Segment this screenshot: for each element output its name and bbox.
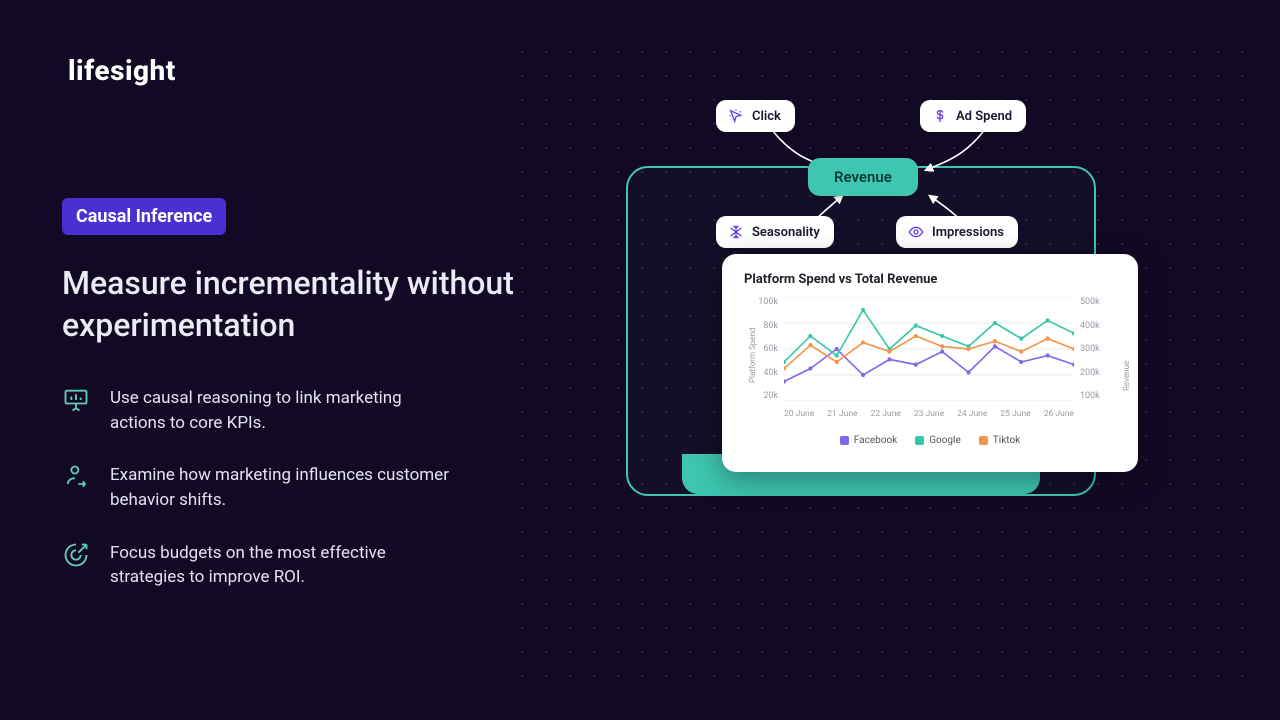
tick: 20k xyxy=(754,391,778,401)
chart-legend: Facebook Google Tiktok xyxy=(722,417,1138,446)
user-flow-icon xyxy=(62,463,90,491)
bullet-text: Examine how marketing influences custome… xyxy=(110,463,450,512)
legend-swatch xyxy=(840,436,849,445)
x-tick: 20 June xyxy=(784,409,814,419)
bullet-text: Use causal reasoning to link marketing a… xyxy=(110,386,450,435)
eye-icon xyxy=(908,224,924,240)
legend-label: Google xyxy=(929,435,961,446)
chart-title: Platform Spend vs Total Revenue xyxy=(722,254,1138,291)
tick: 40k xyxy=(754,368,778,378)
chart-area: 100k 80k 60k 40k 20k 500k 400k 300k 200k… xyxy=(744,297,1118,417)
x-tick: 25 June xyxy=(1000,409,1030,419)
bullet-item: Focus budgets on the most effective stra… xyxy=(62,541,522,590)
x-tick: 21 June xyxy=(827,409,857,419)
chart-card: Platform Spend vs Total Revenue 100k 80k… xyxy=(722,254,1138,472)
chip-label: Revenue xyxy=(834,168,892,186)
x-tick: 23 June xyxy=(914,409,944,419)
left-column: Causal Inference Measure incrementality … xyxy=(62,198,522,590)
legend-label: Facebook xyxy=(854,435,897,446)
bullet-item: Examine how marketing influences custome… xyxy=(62,463,522,512)
presentation-icon xyxy=(62,386,90,414)
brand-logo: lifesight xyxy=(68,54,176,87)
tick: 200k xyxy=(1080,368,1108,378)
legend-swatch xyxy=(915,436,924,445)
chip-label: Impressions xyxy=(932,225,1004,240)
bullet-text: Focus budgets on the most effective stra… xyxy=(110,541,450,590)
tick: 500k xyxy=(1080,297,1108,307)
tick: 100k xyxy=(1080,391,1108,401)
tick: 100k xyxy=(754,297,778,307)
legend-item: Tiktok xyxy=(979,435,1020,446)
tick: 300k xyxy=(1080,344,1108,354)
legend-swatch xyxy=(979,436,988,445)
node-adspend: Ad Spend xyxy=(920,100,1026,132)
tick: 80k xyxy=(754,321,778,331)
tick: 400k xyxy=(1080,321,1108,331)
chip-label: Click xyxy=(752,109,781,124)
y-axis-right-label: Revenue xyxy=(1122,361,1131,391)
bullet-list: Use causal reasoning to link marketing a… xyxy=(62,386,522,590)
node-seasonality: Seasonality xyxy=(716,216,834,248)
tick: 60k xyxy=(754,344,778,354)
legend-item: Google xyxy=(915,435,961,446)
y-axis-right-ticks: 500k 400k 300k 200k 100k xyxy=(1080,297,1108,401)
cursor-icon xyxy=(728,108,744,124)
chip-label: Ad Spend xyxy=(956,109,1012,124)
x-axis-labels: 20 June 21 June 22 June 23 June 24 June … xyxy=(784,409,1074,419)
x-tick: 26 June xyxy=(1044,409,1074,419)
y-axis-left-ticks: 100k 80k 60k 40k 20k xyxy=(754,297,778,401)
node-revenue: Revenue xyxy=(808,158,918,196)
snowflake-icon xyxy=(728,224,744,240)
target-arrow-icon xyxy=(62,541,90,569)
legend-label: Tiktok xyxy=(993,435,1020,446)
x-tick: 24 June xyxy=(957,409,987,419)
bullet-item: Use causal reasoning to link marketing a… xyxy=(62,386,522,435)
legend-item: Facebook xyxy=(840,435,897,446)
headline: Measure incrementality without experimen… xyxy=(62,263,522,346)
section-badge: Causal Inference xyxy=(62,198,226,235)
x-tick: 22 June xyxy=(871,409,901,419)
chart-plot xyxy=(784,297,1074,401)
dollar-icon xyxy=(932,108,948,124)
chip-label: Seasonality xyxy=(752,225,820,240)
y-axis-left-label: Platform Spend xyxy=(748,328,757,383)
node-impressions: Impressions xyxy=(896,216,1018,248)
node-click: Click xyxy=(716,100,795,132)
